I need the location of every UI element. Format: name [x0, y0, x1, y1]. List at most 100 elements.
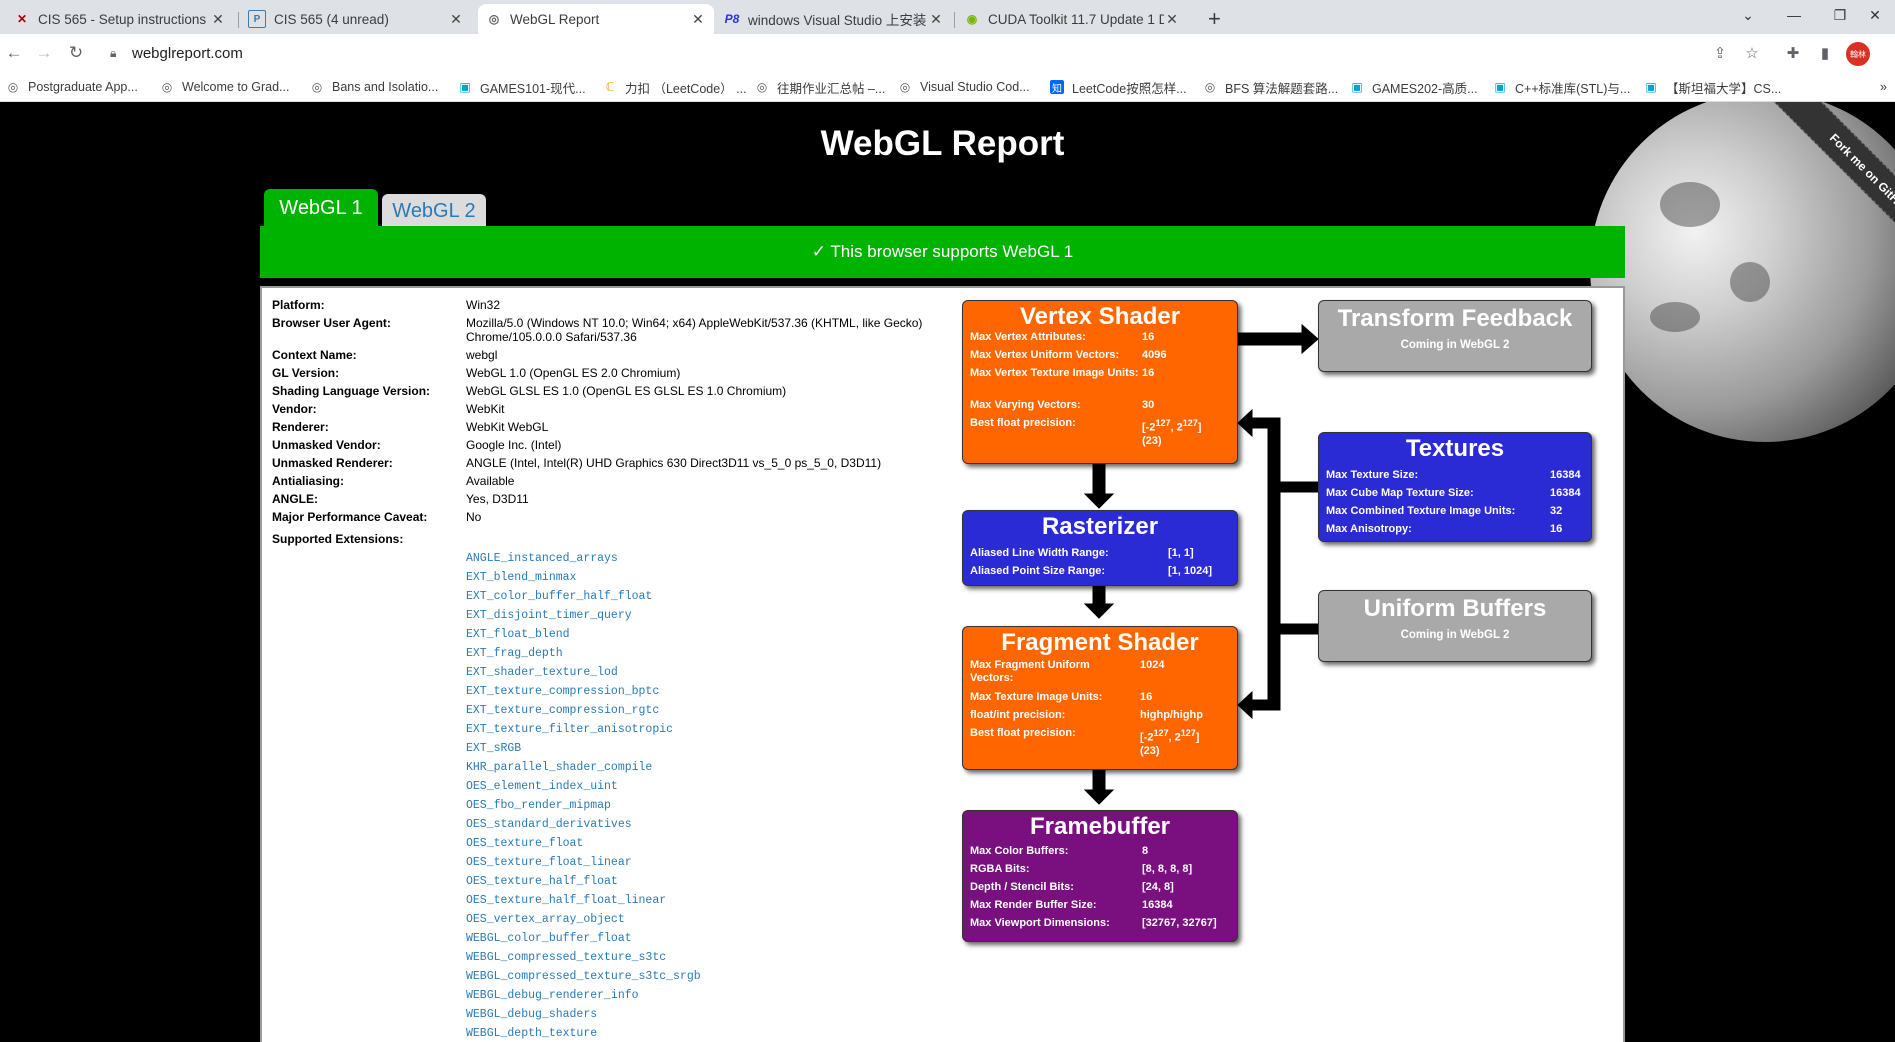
- close-window-button[interactable]: ✕: [1852, 0, 1895, 30]
- close-tab-icon[interactable]: ✕: [928, 11, 944, 28]
- paw-icon: P8: [724, 12, 740, 26]
- stat-value: 8: [1142, 845, 1149, 857]
- tab-search-icon[interactable]: ⌄: [1725, 0, 1771, 30]
- minimize-button[interactable]: —: [1771, 0, 1817, 30]
- upenn-favicon-icon: ✕: [16, 12, 28, 26]
- new-tab-button[interactable]: +: [1200, 4, 1230, 34]
- stat-value: 16384: [1550, 487, 1581, 499]
- close-tab-icon[interactable]: ✕: [210, 11, 226, 28]
- stat-key: Max Varying Vectors:: [970, 399, 1081, 411]
- stat-value: [32767, 32767]: [1142, 917, 1217, 929]
- bookmark-item[interactable]: ▣ GAMES101-现代...: [458, 78, 586, 96]
- stat-row: Max Vertex Uniform Vectors: 4096: [970, 349, 1166, 362]
- stat-row: Aliased Point Size Range: [1, 1024]: [970, 565, 1212, 578]
- bookmark-item[interactable]: ▣ 【斯坦福大学】CS...: [1644, 78, 1781, 96]
- extensions-icon[interactable]: ✚: [1783, 43, 1803, 63]
- framebuffer-title: Framebuffer: [1029, 813, 1171, 840]
- stat-value: 4096: [1142, 349, 1167, 361]
- back-button[interactable]: ←: [2, 41, 26, 65]
- tab-webgl-report[interactable]: ◎ WebGL Report ✕: [478, 4, 714, 34]
- pipeline-arrows: [1083, 323, 1319, 805]
- bookmark-item[interactable]: ▣ GAMES202-高质...: [1350, 78, 1478, 96]
- lock-icon[interactable]: 🔒︎: [110, 46, 122, 61]
- bookmark-label: Postgraduate App...: [28, 80, 138, 94]
- vertex-shader-title: Vertex Shader: [1019, 303, 1181, 330]
- close-tab-icon[interactable]: ✕: [1164, 11, 1180, 28]
- stat-row: Depth / Stencil Bits: [24, 8]: [970, 881, 1174, 894]
- stat-value: 16384: [1550, 469, 1581, 481]
- stat-value: [-2127, 2127] (23): [1142, 418, 1202, 447]
- nvidia-favicon-icon: ◉: [966, 12, 978, 26]
- browser-tab-strip: ✕ CIS 565 - Setup instructions fo ✕ P CI…: [0, 0, 1895, 34]
- stat-key: Aliased Point Size Range:: [970, 565, 1106, 577]
- rasterizer-title: Rasterizer: [1041, 513, 1159, 540]
- close-tab-icon[interactable]: ✕: [448, 11, 464, 28]
- bookmark-item[interactable]: ◎ 往期作业汇总帖 –...: [755, 78, 886, 96]
- url-text: webglreport.com: [132, 44, 243, 62]
- stat-key: Max Render Buffer Size:: [970, 899, 1097, 911]
- globe-icon: ◎: [488, 12, 500, 26]
- stat-key: Best float precision:: [970, 417, 1076, 429]
- tab-title: windows Visual Studio 上安装 C: [748, 13, 928, 28]
- reload-button[interactable]: ↻: [64, 41, 88, 65]
- uniform-buffers-box: Uniform Buffers Coming in WebGL 2: [1318, 590, 1592, 662]
- bookmark-star-icon[interactable]: ☆: [1742, 43, 1762, 63]
- stat-row: Max Combined Texture Image Units: 32: [1326, 505, 1562, 518]
- bookmarks-overflow-icon[interactable]: »: [1880, 78, 1887, 96]
- piazza-favicon-icon: P: [248, 10, 266, 28]
- stat-value: 16: [1550, 523, 1563, 535]
- stat-row: Max Texture Size: 16384: [1326, 469, 1581, 482]
- uniform-buffers-note: Coming in WebGL 2: [1400, 629, 1510, 641]
- stat-value: 32: [1550, 505, 1563, 517]
- share-icon[interactable]: ⇪: [1710, 43, 1730, 63]
- transform-feedback-title: Transform Feedback: [1337, 305, 1573, 332]
- tab-title: WebGL Report: [510, 11, 600, 27]
- bookmark-item[interactable]: ◎ Welcome to Grad...: [160, 78, 290, 96]
- bookmark-item[interactable]: ◎ Bans and Isolatio...: [310, 78, 439, 96]
- stat-key: Max Color Buffers:: [970, 845, 1069, 857]
- stat-key: Depth / Stencil Bits:: [970, 881, 1074, 893]
- stat-key: Max Vertex Attributes:: [970, 331, 1086, 343]
- transform-feedback-box: Transform Feedback Coming in WebGL 2: [1318, 300, 1592, 372]
- side-panel-icon[interactable]: ▮: [1815, 43, 1835, 63]
- globe-icon: ◎: [7, 80, 19, 94]
- address-bar[interactable]: 🔒︎ webglreport.com: [96, 37, 1776, 69]
- stat-value: 30: [1142, 399, 1155, 411]
- bookmark-label: GAMES101-现代...: [480, 81, 586, 96]
- bookmark-item[interactable]: ◎ Postgraduate App...: [6, 78, 138, 96]
- stat-key: Max Fragment Uniform Vectors:: [970, 659, 1090, 684]
- profile-avatar[interactable]: 翰林: [1846, 42, 1870, 66]
- stat-row: Max Color Buffers: 8: [970, 845, 1148, 858]
- bookmark-item[interactable]: 知 LeetCode按照怎样...: [1050, 78, 1187, 96]
- stat-value: 16: [1142, 331, 1155, 343]
- stat-key: Aliased Line Width Range:: [970, 547, 1109, 559]
- stat-key: Max Combined Texture Image Units:: [1326, 505, 1516, 517]
- textures-title: Textures: [1405, 435, 1505, 462]
- stat-value: [-2127, 2127] (23): [1140, 728, 1200, 757]
- bookmark-item[interactable]: ▣ C++标准库(STL)与...: [1493, 78, 1630, 96]
- close-tab-icon[interactable]: ✕: [690, 11, 706, 28]
- tab-cis565-setup[interactable]: ✕ CIS 565 - Setup instructions fo ✕: [6, 4, 234, 34]
- bookmark-item[interactable]: ◎ BFS 算法解题套路...: [1203, 78, 1338, 96]
- stat-key: Max Anisotropy:: [1326, 523, 1412, 535]
- stat-row: Max Vertex Texture Image Units: 16: [970, 367, 1154, 380]
- fragment-shader-title: Fragment Shader: [1001, 629, 1199, 656]
- bookmark-item[interactable]: ◎ Visual Studio Cod...: [898, 78, 1030, 96]
- tab-visual-studio-search[interactable]: P8 windows Visual Studio 上安装 C ✕: [716, 4, 952, 34]
- forward-button[interactable]: →: [32, 41, 56, 65]
- tab-cuda-toolkit[interactable]: ◉ CUDA Toolkit 11.7 Update 1 Do ✕: [956, 4, 1188, 34]
- bookmark-item[interactable]: ℂ 力扣 （LeetCode） ...: [603, 78, 747, 96]
- bilibili-icon: ▣: [459, 80, 471, 94]
- stat-row: Max Varying Vectors: 30: [970, 399, 1154, 412]
- stat-key: Best float precision:: [970, 727, 1076, 739]
- stat-row: float/int precision: highp/highp: [970, 709, 1203, 722]
- bookmark-label: 力扣 （LeetCode） ...: [625, 81, 747, 96]
- textures-box: Textures Max Texture Size: 16384 Max Cube…: [1318, 432, 1592, 542]
- bookmark-label: GAMES202-高质...: [1372, 81, 1478, 96]
- tab-cis565-piazza[interactable]: P CIS 565 (4 unread) ✕: [240, 4, 472, 34]
- leetcode-icon: ℂ: [605, 80, 615, 94]
- bookmarks-bar: ◎ Postgraduate App... ◎ Welcome to Grad...…: [0, 72, 1895, 102]
- bookmark-label: 【斯坦福大学】CS...: [1666, 81, 1782, 96]
- stat-value: highp/highp: [1140, 709, 1203, 721]
- rasterizer-box: Rasterizer Aliased Line Width Range: [1, …: [962, 510, 1238, 586]
